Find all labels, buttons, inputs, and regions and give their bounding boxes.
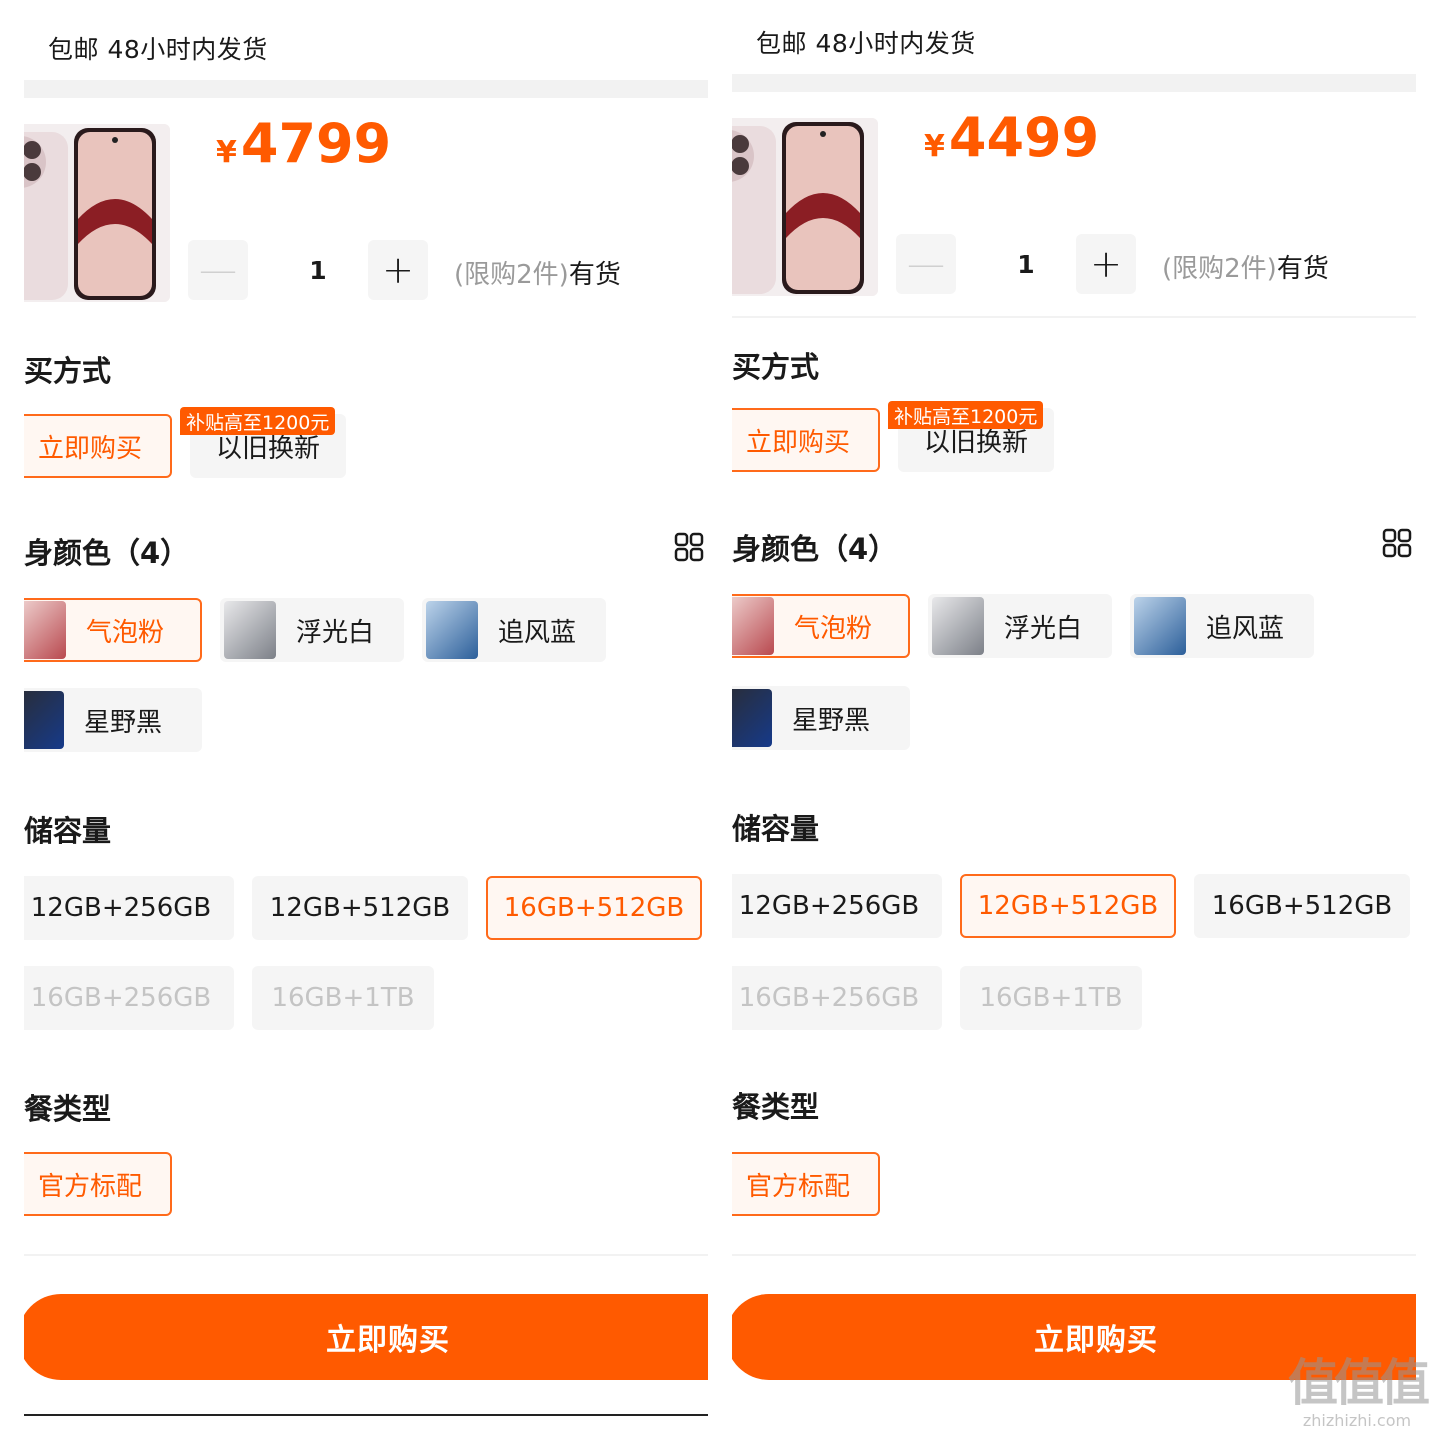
storage-option: 16GB+256GB — [24, 966, 234, 1030]
currency-symbol: ¥ — [924, 129, 945, 164]
purchase-method-title: 买方式 — [732, 350, 820, 384]
minus-icon: — — [199, 248, 237, 292]
section-divider — [732, 74, 1416, 92]
shipping-info: 包邮 48小时内发货 — [48, 35, 268, 64]
price-value: 4499 — [948, 106, 1100, 169]
price: ¥4499 — [924, 106, 1099, 169]
color-thumbnail — [224, 601, 276, 659]
product-thumbnail[interactable] — [24, 124, 170, 302]
increase-qty-button[interactable]: + — [368, 240, 428, 300]
color-thumbnail — [732, 597, 774, 655]
grid-icon — [1382, 528, 1412, 557]
bottom-border — [24, 1414, 708, 1416]
buy-now-option[interactable]: 立即购买 — [732, 408, 880, 472]
view-toggle[interactable]: 大 — [1382, 524, 1416, 561]
color-label: 星野黑 — [792, 705, 871, 736]
package-type-title: 餐类型 — [732, 1090, 820, 1124]
currency-symbol: ¥ — [216, 135, 237, 170]
color-option[interactable]: 浮光白 — [928, 594, 1112, 658]
body-color-title: 身颜色（4） — [732, 532, 898, 566]
color-thumbnail — [24, 601, 66, 659]
section-divider — [732, 1254, 1416, 1256]
package-option[interactable]: 官方标配 — [24, 1152, 172, 1216]
storage-option: 16GB+1TB — [960, 966, 1142, 1030]
watermark: 值值值 zhizhizhi.com — [1282, 1355, 1432, 1430]
right-screenshot: 包邮 48小时内发货 ¥4499 — 1 + (限购2件)有货 买方式 立即购买… — [732, 0, 1416, 1440]
price-value: 4799 — [240, 112, 392, 175]
buy-now-option[interactable]: 立即购买 — [24, 414, 172, 478]
storage-option[interactable]: 12GB+512GB — [252, 876, 468, 940]
color-label: 气泡粉 — [86, 617, 165, 648]
storage-title: 储容量 — [732, 812, 820, 846]
watermark-url: zhizhizhi.com — [1302, 1411, 1412, 1430]
stock-info: (限购2件)有货 — [1162, 248, 1329, 285]
storage-option: 16GB+1TB — [252, 966, 434, 1030]
color-option[interactable]: 追风蓝 — [1130, 594, 1314, 658]
section-divider — [24, 1254, 708, 1256]
quantity-value: 1 — [1017, 250, 1035, 279]
purchase-limit: (限购2件) — [1162, 254, 1277, 284]
color-thumbnail — [1134, 597, 1186, 655]
color-label: 浮光白 — [296, 617, 375, 648]
color-option[interactable]: 星野黑 — [24, 688, 202, 752]
purchase-method-title: 买方式 — [24, 354, 112, 388]
color-thumbnail — [426, 601, 478, 659]
storage-option[interactable]: 16GB+512GB — [1194, 874, 1410, 938]
package-option[interactable]: 官方标配 — [732, 1152, 880, 1216]
section-divider — [732, 316, 1416, 318]
stock-info: (限购2件)有货 — [454, 254, 621, 291]
storage-option[interactable]: 12GB+256GB — [732, 874, 942, 938]
stock-status: 有货 — [568, 260, 621, 290]
plus-icon: + — [382, 248, 414, 292]
color-label: 星野黑 — [84, 707, 163, 738]
body-color-title: 身颜色（4） — [24, 536, 190, 570]
decrease-qty-button[interactable]: — — [188, 240, 248, 300]
stock-status: 有货 — [1276, 254, 1329, 284]
section-divider — [24, 80, 708, 98]
color-label: 追风蓝 — [1206, 613, 1285, 644]
storage-option[interactable]: 16GB+512GB — [486, 876, 702, 940]
color-label: 追风蓝 — [498, 617, 577, 648]
plus-icon: + — [1090, 242, 1122, 286]
color-label: 气泡粉 — [794, 613, 873, 644]
subsidy-badge: 补贴高至1200元 — [888, 401, 1044, 429]
color-option[interactable]: 浮光白 — [220, 598, 404, 662]
minus-icon: — — [907, 242, 945, 286]
purchase-limit: (限购2件) — [454, 260, 569, 290]
package-type-title: 餐类型 — [24, 1092, 112, 1126]
product-thumbnail[interactable] — [732, 118, 878, 296]
color-option[interactable]: 星野黑 — [732, 686, 910, 750]
color-thumbnail — [932, 597, 984, 655]
color-thumbnail — [732, 689, 772, 747]
storage-option[interactable]: 12GB+256GB — [24, 876, 234, 940]
left-screenshot: 包邮 48小时内发货 ¥4799 — 1 + (限购2件)有货 买方式 立即购买… — [24, 0, 708, 1440]
grid-icon — [674, 532, 704, 561]
color-option[interactable]: 气泡粉 — [24, 598, 202, 662]
view-toggle[interactable]: 大 — [674, 528, 708, 565]
subsidy-badge: 补贴高至1200元 — [180, 407, 336, 435]
shipping-info: 包邮 48小时内发货 — [756, 29, 976, 58]
color-option[interactable]: 追风蓝 — [422, 598, 606, 662]
color-thumbnail — [24, 691, 64, 749]
color-option[interactable]: 气泡粉 — [732, 594, 910, 658]
storage-option: 16GB+256GB — [732, 966, 942, 1030]
storage-option[interactable]: 12GB+512GB — [960, 874, 1176, 938]
price: ¥4799 — [216, 112, 391, 175]
buy-now-button[interactable]: 立即购买 — [24, 1294, 708, 1380]
decrease-qty-button[interactable]: — — [896, 234, 956, 294]
storage-title: 储容量 — [24, 814, 112, 848]
watermark-logo: 值值值 — [1288, 1354, 1430, 1412]
color-label: 浮光白 — [1004, 613, 1083, 644]
increase-qty-button[interactable]: + — [1076, 234, 1136, 294]
quantity-value: 1 — [309, 256, 327, 285]
